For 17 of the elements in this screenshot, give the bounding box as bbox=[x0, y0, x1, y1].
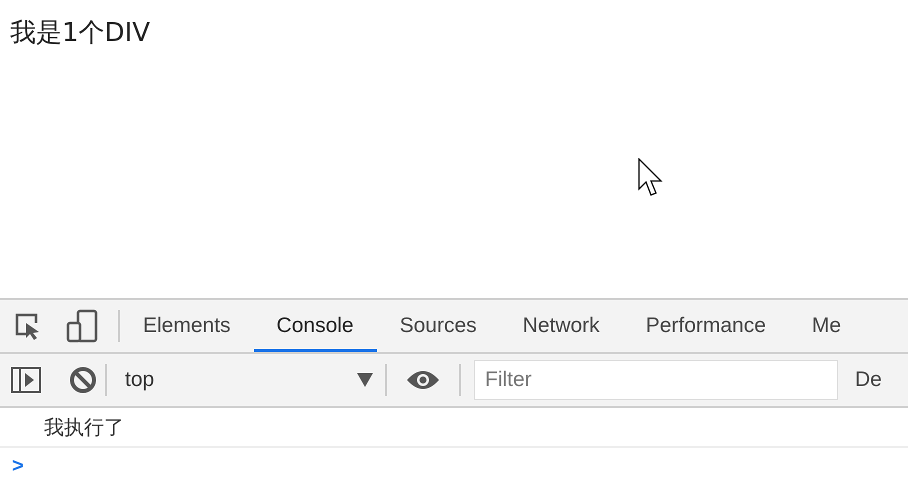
console-prompt[interactable]: > bbox=[12, 455, 24, 477]
levels-dropdown[interactable]: De bbox=[855, 368, 882, 392]
device-icon[interactable] bbox=[66, 309, 98, 343]
clear-icon[interactable] bbox=[69, 366, 97, 394]
cursor-icon bbox=[638, 158, 664, 198]
page-heading: 我是1个DIV bbox=[9, 17, 150, 49]
panel-tab[interactable]: Sources bbox=[376, 300, 500, 352]
console-message: 我执行了 bbox=[44, 414, 124, 440]
panel-tab[interactable]: Performance bbox=[622, 300, 789, 352]
sidebar-toggle-icon[interactable] bbox=[11, 367, 41, 393]
dropdown-arrow-icon bbox=[357, 373, 373, 387]
panel-tab[interactable]: Elements bbox=[120, 300, 254, 352]
panel-tab[interactable]: Network bbox=[500, 300, 623, 352]
context-select[interactable]: top bbox=[107, 360, 385, 400]
panel-tab[interactable]: Me bbox=[788, 300, 842, 352]
filter-field[interactable]: Filter bbox=[474, 360, 838, 400]
eye-icon[interactable] bbox=[407, 370, 439, 390]
